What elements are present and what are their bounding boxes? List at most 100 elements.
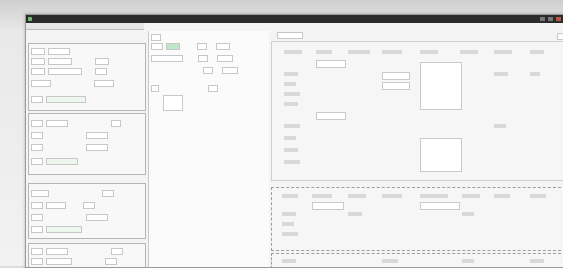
panel3-field-3[interactable] bbox=[83, 201, 95, 209]
panel2-label-4 bbox=[31, 157, 43, 165]
panel1-row-4 bbox=[31, 79, 114, 87]
grid-cell bbox=[284, 72, 298, 76]
panel1-field-1[interactable] bbox=[48, 47, 70, 55]
mid-field-8[interactable] bbox=[151, 84, 159, 92]
panel1-field-5[interactable] bbox=[95, 67, 107, 75]
panel4-row-1 bbox=[31, 247, 123, 255]
panel3-green-field[interactable] bbox=[46, 225, 82, 233]
panel3-row-4 bbox=[31, 225, 82, 233]
grid-cell bbox=[494, 50, 512, 54]
grid-cell bbox=[382, 194, 402, 198]
grid-cell bbox=[348, 194, 366, 198]
grid-cell bbox=[420, 194, 448, 198]
panel1-field-3[interactable] bbox=[95, 57, 109, 65]
panel4-field-1[interactable] bbox=[46, 247, 68, 255]
panel3-label-1 bbox=[31, 189, 49, 197]
grid-listbox[interactable] bbox=[420, 138, 462, 172]
panel3-label-2 bbox=[31, 201, 43, 209]
panel2-row-3 bbox=[31, 143, 108, 151]
grid-input[interactable] bbox=[382, 72, 410, 80]
mid-field-7[interactable] bbox=[222, 66, 238, 74]
left-column bbox=[26, 31, 146, 267]
mid-row-4 bbox=[151, 66, 238, 74]
close-icon[interactable] bbox=[556, 17, 561, 21]
panel2-row-4 bbox=[31, 157, 78, 165]
grid-cell bbox=[462, 194, 480, 198]
panel1-row-2 bbox=[31, 57, 109, 65]
grid-cell bbox=[282, 259, 296, 263]
grid-input[interactable] bbox=[382, 82, 410, 90]
grid-cell bbox=[284, 92, 300, 96]
grid-cell bbox=[530, 194, 546, 198]
panel3-field-1[interactable] bbox=[102, 189, 114, 197]
mid-field-3[interactable] bbox=[151, 54, 183, 62]
grid-cell bbox=[316, 50, 332, 54]
panel3-label-4 bbox=[31, 225, 43, 233]
mid-row-5 bbox=[151, 84, 218, 92]
panel2-field-3[interactable] bbox=[86, 131, 108, 139]
right-column bbox=[271, 31, 563, 267]
grid-cell bbox=[462, 212, 474, 216]
panel3-field-2[interactable] bbox=[46, 201, 66, 209]
minimize-icon[interactable] bbox=[540, 17, 545, 21]
panel3-row-3 bbox=[31, 213, 108, 221]
panel4-field-3[interactable] bbox=[46, 257, 72, 265]
mid-label-1 bbox=[151, 33, 161, 41]
mid-label-2 bbox=[151, 42, 163, 50]
grid-cell bbox=[282, 222, 294, 226]
panel2-green-field[interactable] bbox=[46, 157, 78, 165]
panel1-label-2 bbox=[31, 57, 45, 65]
panel2-field-1[interactable] bbox=[46, 119, 68, 127]
panel1-field-7[interactable] bbox=[94, 79, 114, 87]
panel4-field-2[interactable] bbox=[111, 247, 123, 255]
mid-grid bbox=[271, 187, 563, 251]
panel1-field-4[interactable] bbox=[48, 67, 82, 75]
grid-cell bbox=[420, 50, 438, 54]
panel2-label-3 bbox=[31, 143, 43, 151]
grid-cell bbox=[282, 194, 298, 198]
panel3-field-4[interactable] bbox=[86, 213, 108, 221]
mid-field-9[interactable] bbox=[208, 84, 218, 92]
grid-input[interactable] bbox=[316, 112, 346, 120]
panel4-label-2 bbox=[31, 257, 43, 265]
settings-panel-3 bbox=[28, 183, 146, 239]
right-close-icon[interactable] bbox=[557, 33, 563, 40]
panel2-row-2 bbox=[31, 131, 108, 139]
middle-column bbox=[148, 31, 269, 267]
mid-field-5[interactable] bbox=[217, 54, 233, 62]
grid-input[interactable] bbox=[316, 60, 346, 68]
panel1-field-6[interactable] bbox=[31, 79, 51, 87]
mid-field-1[interactable] bbox=[197, 42, 207, 50]
grid-cell bbox=[494, 72, 508, 76]
panel4-field-4[interactable] bbox=[105, 257, 117, 265]
grid-cell bbox=[284, 136, 296, 140]
panel3-row-2 bbox=[31, 201, 95, 209]
mid-field-2[interactable] bbox=[216, 42, 230, 50]
maximize-icon[interactable] bbox=[548, 17, 553, 21]
panel1-green-field[interactable] bbox=[46, 95, 86, 103]
grid-cell bbox=[282, 232, 298, 236]
window-controls bbox=[540, 17, 563, 21]
panel1-row-3 bbox=[31, 67, 107, 75]
panel2-field-2[interactable] bbox=[111, 119, 121, 127]
mid-field-4[interactable] bbox=[198, 54, 208, 62]
mid-green-chip[interactable] bbox=[166, 42, 180, 50]
grid-cell bbox=[494, 194, 510, 198]
grid-cell bbox=[284, 50, 302, 54]
grid-cell bbox=[348, 212, 362, 216]
panel1-row-1 bbox=[31, 47, 70, 55]
panel1-field-2[interactable] bbox=[48, 57, 72, 65]
grid-listbox[interactable] bbox=[420, 62, 462, 110]
menu-bar bbox=[26, 23, 144, 30]
top-grid bbox=[271, 41, 563, 181]
panel2-field-4[interactable] bbox=[86, 143, 108, 151]
settings-panel-4 bbox=[28, 243, 146, 267]
grid-cell bbox=[462, 259, 474, 263]
grid-input[interactable] bbox=[420, 202, 460, 210]
mid-row-3 bbox=[151, 54, 233, 62]
grid-input[interactable] bbox=[312, 202, 344, 210]
mid-field-6[interactable] bbox=[203, 66, 213, 74]
panel2-label-2 bbox=[31, 131, 43, 139]
mid-preview-box[interactable] bbox=[163, 95, 183, 111]
grid-cell bbox=[284, 124, 300, 128]
